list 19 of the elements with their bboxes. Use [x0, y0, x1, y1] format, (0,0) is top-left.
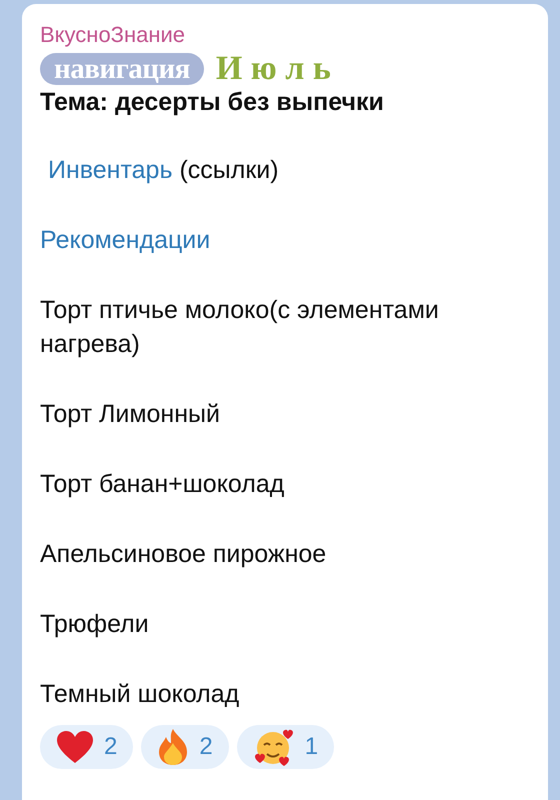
recipe-title: Торт Лимонный — [40, 399, 221, 430]
recommendations-link[interactable]: Рекомендации — [40, 226, 210, 254]
link-note: (ссылки) — [178, 156, 279, 184]
recipe-title: Апельсиновое пирожное — [40, 539, 328, 570]
topic-heading: Тема: десерты без выпечки — [40, 88, 385, 117]
recipe-title: Трюфели — [40, 609, 150, 640]
month-title: И ю л ь — [216, 52, 331, 86]
recipe-title: Торт банан+шоколад — [40, 469, 286, 500]
reaction-button[interactable]: 1 — [236, 725, 334, 769]
inventory-link[interactable]: Инвентарь — [48, 156, 172, 184]
reaction-button[interactable]: 2 — [141, 725, 229, 769]
navigation-banner[interactable]: навигация — [40, 53, 204, 85]
smiling-face-hearts-icon — [252, 727, 295, 767]
channel-name[interactable]: ВкусноЗнание — [40, 22, 530, 48]
recipe-title: Торт птичье молоко(с элементами нагрева) — [40, 295, 440, 360]
heart-icon — [56, 730, 94, 764]
recipe-title: Темный шоколад — [40, 679, 240, 710]
reaction-button[interactable]: 2 — [40, 725, 134, 769]
fire-icon — [157, 728, 190, 766]
